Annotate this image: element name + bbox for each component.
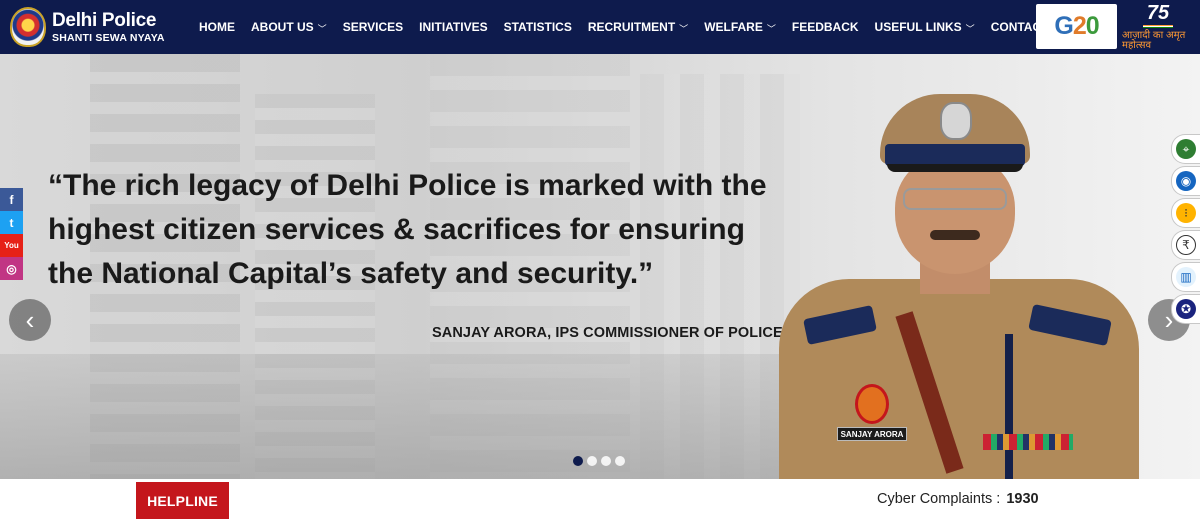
carousel-dot[interactable] xyxy=(615,456,625,466)
cyber-complaints-number[interactable]: 1930 xyxy=(1006,491,1038,507)
chevron-left-icon: ‹ xyxy=(25,304,35,335)
officer-nameplate: SANJAY ARORA xyxy=(837,427,907,441)
nav-recruitment[interactable]: RECRUITMENT ﹀ xyxy=(588,20,688,34)
carousel-dot[interactable] xyxy=(573,456,583,466)
chevron-down-icon: ﹀ xyxy=(317,23,327,34)
chevron-down-icon: ﹀ xyxy=(679,23,689,34)
azadi-number: 75 xyxy=(1146,2,1170,24)
officer-face xyxy=(895,154,1015,274)
chevron-down-icon: ﹀ xyxy=(766,23,776,34)
social-sidebar: f t You ◎ xyxy=(0,188,23,280)
g20-logo[interactable]: G20 xyxy=(1036,4,1117,49)
site-header: Delhi Police SHANTI SEWA NYAYA HOME ABOU… xyxy=(0,0,1200,54)
chart-icon[interactable]: ▥ xyxy=(1171,262,1200,292)
hero-quote: “The rich legacy of Delhi Police is mark… xyxy=(48,164,828,296)
g20-logo-text: G20 xyxy=(1054,12,1099,40)
twitter-icon[interactable]: t xyxy=(0,211,23,234)
logo-title: Delhi Police xyxy=(52,9,157,31)
carousel-indicators xyxy=(573,456,625,466)
nav-useful-links[interactable]: USEFUL LINKS ﹀ xyxy=(875,20,975,34)
carousel-prev-button[interactable]: ‹ xyxy=(9,299,51,341)
police-patch-icon xyxy=(855,384,889,424)
quote-line: the National Capital’s safety and securi… xyxy=(48,257,654,290)
officer-glasses xyxy=(903,188,1007,210)
map-pin-icon[interactable]: ⌖ xyxy=(1171,134,1200,164)
nav-initiatives[interactable]: INITIATIVES xyxy=(419,20,487,34)
commissioner-photo: SANJAY ARORA xyxy=(775,84,1145,479)
nav-services[interactable]: SERVICES xyxy=(343,20,403,34)
nav-welfare[interactable]: WELFARE ﹀ xyxy=(704,20,776,34)
helpline-button[interactable]: HELPLINE xyxy=(136,482,229,519)
cyber-complaints-label: Cyber Complaints : xyxy=(877,491,1001,507)
officer-tie xyxy=(1005,334,1013,479)
main-nav: HOME ABOUT US ﹀ SERVICES INITIATIVES STAT… xyxy=(199,0,1097,54)
nav-about-us[interactable]: ABOUT US ﹀ xyxy=(251,20,327,34)
service-quick-links: ⌖ ◉ ⁝ ₹ ▥ ✪ xyxy=(1171,134,1200,324)
youtube-icon[interactable]: You xyxy=(0,234,23,257)
facebook-icon[interactable]: f xyxy=(0,188,23,211)
quote-author: SANJAY ARORA, IPS COMMISSIONER OF POLICE xyxy=(432,325,783,341)
emblem-icon[interactable]: ✪ xyxy=(1171,294,1200,324)
instagram-icon[interactable]: ◎ xyxy=(0,257,23,280)
officer-uniform xyxy=(779,279,1139,479)
hero-carousel: “The rich legacy of Delhi Police is mark… xyxy=(0,54,1200,479)
officer-cap-visor xyxy=(887,164,1023,172)
azadi-text: आज़ादी का अमृत महोत्सव xyxy=(1122,30,1186,51)
azadi-ka-amrit-mahotsav-logo[interactable]: 75 आज़ादी का अमृत महोत्सव xyxy=(1122,3,1194,51)
medal-ribbons xyxy=(983,434,1073,450)
quote-line: “The rich legacy of Delhi Police is mark… xyxy=(48,169,767,202)
nav-home[interactable]: HOME xyxy=(199,20,235,34)
officer-mustache xyxy=(930,230,980,240)
carousel-dot[interactable] xyxy=(601,456,611,466)
cyber-complaints: Cyber Complaints : 1930 xyxy=(877,491,1039,507)
quote-line: highest citizen services & sacrifices fo… xyxy=(48,213,745,246)
flag-icon xyxy=(1143,25,1173,28)
globe-badge-icon[interactable]: ◉ xyxy=(1171,166,1200,196)
carousel-dot[interactable] xyxy=(587,456,597,466)
chevron-down-icon: ﹀ xyxy=(965,23,975,34)
logo-text: Delhi Police SHANTI SEWA NYAYA xyxy=(52,11,165,44)
nav-statistics[interactable]: STATISTICS xyxy=(504,20,572,34)
info-strip: HELPLINE Cyber Complaints : 1930 xyxy=(0,479,1200,528)
nav-feedback[interactable]: FEEDBACK xyxy=(792,20,859,34)
police-emblem-icon xyxy=(10,7,46,47)
cap-badge-icon xyxy=(940,102,972,140)
background-ground xyxy=(0,354,780,479)
logo-subtitle: SHANTI SEWA NYAYA xyxy=(52,31,165,44)
site-logo[interactable]: Delhi Police SHANTI SEWA NYAYA xyxy=(10,7,180,47)
rupee-icon[interactable]: ₹ xyxy=(1171,230,1200,260)
officer-cap-band xyxy=(885,144,1025,166)
traffic-light-icon[interactable]: ⁝ xyxy=(1171,198,1200,228)
